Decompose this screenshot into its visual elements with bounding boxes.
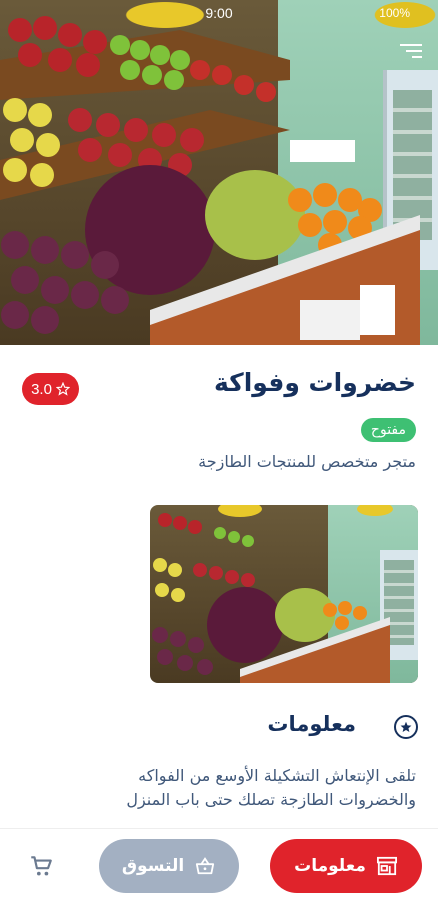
menu-button[interactable] — [396, 44, 422, 64]
star-icon — [55, 382, 70, 396]
basket-icon — [196, 857, 215, 875]
open-status-badge: مفتوح — [360, 418, 416, 442]
info-description: تلقى الإنتعاش التشكيلة الأوسع من الفواكه… — [126, 766, 416, 809]
store-icon — [376, 856, 397, 876]
rating-value: 3.0 — [31, 380, 52, 398]
info-section-title: معلومات — [267, 712, 356, 736]
status-time: 9:00 — [205, 5, 233, 21]
hero-image — [0, 0, 438, 345]
store-tagline: متجر متخصص للمنتجات الطازجة — [198, 452, 416, 471]
photo-produce-illustration — [152, 505, 393, 683]
shop-tab-label: التسوق — [121, 856, 185, 876]
store-title: خضروات وفواكة — [214, 368, 416, 397]
info-tab-button[interactable]: معلومات — [270, 839, 422, 893]
status-bar: 9:00 100% — [0, 0, 438, 26]
bottom-navigation: معلومات التسوق — [0, 828, 438, 900]
info-tab-label: معلومات — [294, 856, 366, 876]
battery-indicator: 100% — [379, 6, 410, 20]
cart-button[interactable] — [28, 853, 54, 879]
store-photo[interactable] — [150, 505, 418, 683]
shop-tab-button[interactable]: التسوق — [99, 839, 239, 893]
menu-icon — [396, 44, 422, 58]
hero-produce-illustration — [0, 16, 420, 345]
rating-badge: 3.0 — [22, 373, 79, 405]
badge-icon — [394, 715, 418, 739]
cart-icon — [31, 856, 52, 876]
